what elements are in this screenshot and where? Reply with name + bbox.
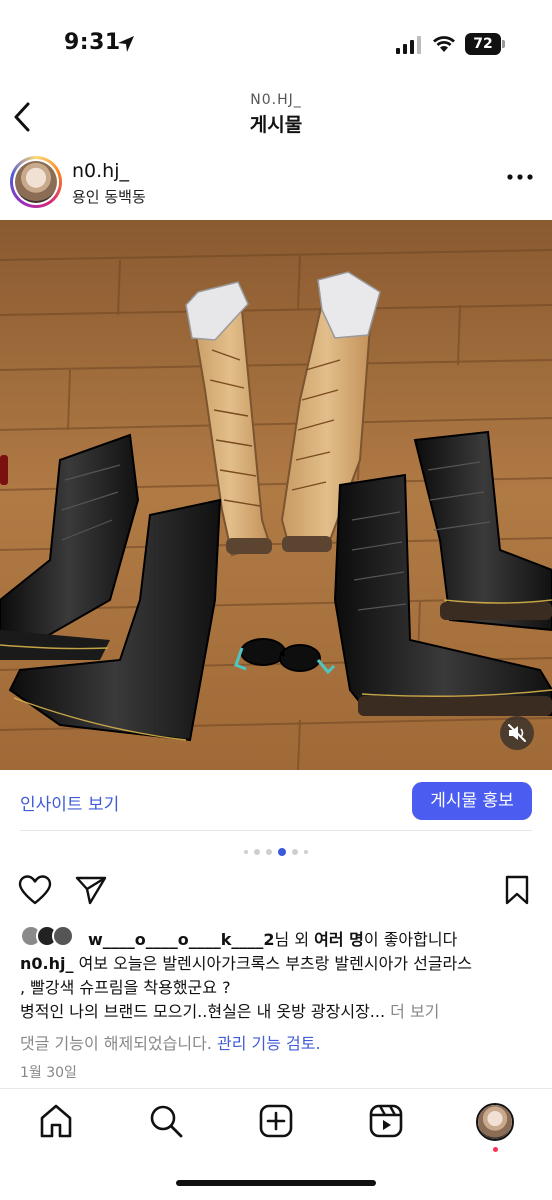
post-username[interactable]: n0.hj_ — [72, 160, 129, 182]
notification-dot — [493, 1147, 498, 1152]
caption-text: 병적인 나의 브랜드 모으기..현실은 내 옷방 광장시장... — [20, 1002, 391, 1021]
profile-avatar-image — [478, 1105, 512, 1139]
search-icon[interactable] — [148, 1103, 184, 1139]
carousel-dot — [304, 850, 308, 854]
status-bar: 9:31 72 — [0, 0, 552, 90]
comments-disabled-text: 댓글 기능이 해제되었습니다. — [20, 1034, 217, 1053]
battery-level: 72 — [465, 33, 501, 55]
likes-others[interactable]: 여러 명 — [314, 930, 364, 949]
reels-icon[interactable] — [368, 1103, 404, 1139]
carousel-dot — [292, 849, 298, 855]
liker-name[interactable]: w____o____o____k____2 — [88, 930, 275, 949]
post-actions — [0, 870, 552, 910]
likes-row[interactable]: w____o____o____k____2님 외 여러 명이 좋아합니다 — [20, 924, 540, 950]
review-settings-link[interactable]: 관리 기능 검토. — [217, 1034, 321, 1053]
status-time: 9:31 — [64, 30, 121, 55]
create-icon[interactable] — [258, 1103, 294, 1139]
bookmark-icon[interactable] — [504, 874, 530, 906]
caption-line: 병적인 나의 브랜드 모으기..현실은 내 옷방 광장시장... 더 보기 — [20, 1000, 540, 1024]
carousel-dot — [244, 850, 248, 854]
likes-suffix: 님 외 — [274, 930, 315, 949]
see-more-link[interactable]: 더 보기 — [390, 1002, 439, 1021]
location-arrow-icon — [118, 36, 134, 52]
insights-row: 인사이트 보기 게시물 홍보 — [0, 772, 552, 830]
likes-suffix: 이 좋아합니다 — [363, 930, 458, 949]
avatar-image — [15, 161, 57, 203]
page-title: 게시물 — [249, 114, 303, 136]
post-photo[interactable] — [0, 220, 552, 770]
caption-line: n0.hj_ 여보 오늘은 발렌시아가크록스 부츠랑 발렌시아가 선글라스 — [20, 952, 540, 976]
likes-text: w____o____o____k____2님 외 여러 명이 좋아합니다 — [88, 926, 457, 950]
mute-button[interactable] — [500, 716, 534, 750]
carousel-dot-active — [278, 848, 286, 856]
cellular-signal-icon — [396, 36, 421, 54]
avatar[interactable] — [10, 156, 62, 208]
battery-icon: 72 — [465, 33, 505, 55]
profile-avatar[interactable] — [476, 1103, 514, 1141]
caption-line: , 빨강색 슈프림을 착용했군요 ? — [20, 978, 231, 997]
send-icon[interactable] — [74, 874, 108, 906]
heart-icon[interactable] — [18, 874, 52, 906]
promote-post-button[interactable]: 게시물 홍보 — [412, 782, 532, 820]
page-header: N0.HJ_ 게시물 — [0, 88, 552, 144]
more-icon[interactable] — [506, 172, 534, 182]
avatar-border — [13, 159, 59, 205]
header-account-name: N0.HJ_ — [250, 92, 302, 108]
post-location[interactable]: 용인 동백동 — [72, 186, 146, 207]
view-insights-link[interactable]: 인사이트 보기 — [20, 790, 119, 815]
battery-tip — [502, 40, 505, 48]
wifi-icon — [433, 36, 455, 52]
comments-disabled-notice: 댓글 기능이 해제되었습니다. 관리 기능 검토. — [20, 1030, 321, 1054]
liker-avatar — [52, 925, 74, 947]
caption-username[interactable]: n0.hj_ — [20, 954, 73, 973]
mute-icon — [508, 724, 526, 742]
liker-avatars — [20, 925, 86, 947]
carousel-dot — [254, 849, 260, 855]
carousel-indicator — [0, 848, 552, 858]
post-header: n0.hj_ 용인 동백동 — [0, 152, 552, 214]
caption-text: 여보 오늘은 발렌시아가크록스 부츠랑 발렌시아가 선글라스 — [73, 954, 473, 973]
post-date: 1월 30일 — [20, 1065, 77, 1081]
divider — [20, 830, 532, 831]
carousel-dot — [266, 849, 272, 855]
boots-photo-illustration — [0, 220, 552, 770]
post-caption: n0.hj_ 여보 오늘은 발렌시아가크록스 부츠랑 발렌시아가 선글라스 , … — [20, 952, 540, 1024]
home-icon[interactable] — [38, 1103, 74, 1139]
home-indicator — [176, 1180, 376, 1186]
